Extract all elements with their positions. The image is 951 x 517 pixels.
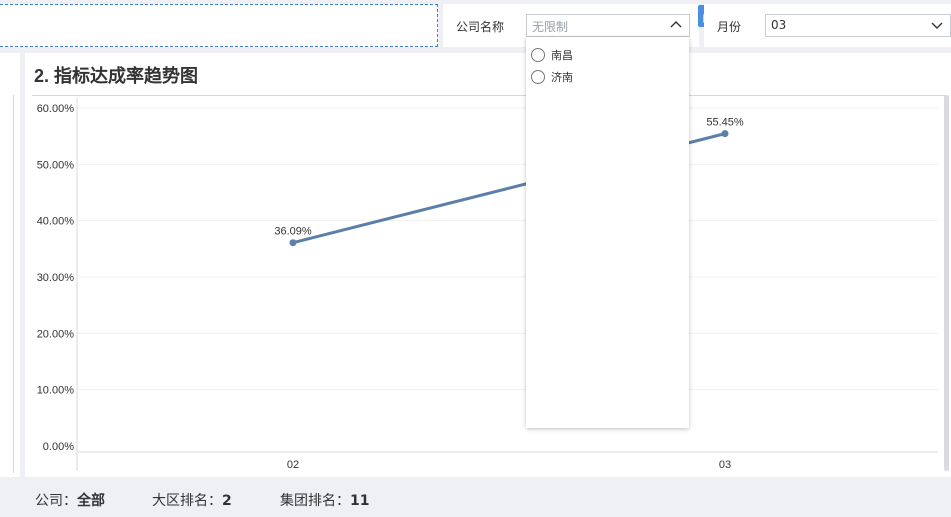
dropdown-option[interactable]: 南昌 [531, 46, 573, 64]
data-label: 55.45% [706, 117, 744, 129]
data-point [721, 130, 729, 138]
y-tick-label: 0.00% [43, 441, 74, 453]
side-divider [13, 95, 14, 473]
y-tick-label: 20.00% [37, 328, 75, 340]
left-side-panel [0, 53, 20, 477]
summary-footer: 公司：全部 大区排名：2 集团排名：11 [0, 477, 951, 517]
footer-region-rank-value: 2 [222, 493, 232, 509]
month-select-value: 03 [771, 18, 787, 32]
x-tick-label: 02 [287, 459, 299, 471]
x-tick-label: 03 [719, 459, 731, 471]
month-filter-label: 月份 [717, 20, 742, 34]
footer-group-rank-value: 11 [350, 493, 370, 509]
y-tick-label: 60.00% [37, 103, 75, 115]
radio-icon[interactable] [531, 70, 545, 84]
footer-company-label: 公司： [35, 493, 77, 509]
line-chart: 0.00% 10.00% 20.00% 30.00% 40.00% 50.00% 60.00… [37, 98, 938, 471]
y-tick-label: 10.00% [37, 385, 75, 397]
month-select[interactable]: 03 [765, 14, 951, 37]
month-filter: 月份 03 [704, 4, 951, 47]
company-select[interactable]: 无限制 [526, 14, 690, 37]
data-point [289, 239, 297, 247]
filter-bar: 公司名称 无限制 月份 03 [0, 0, 951, 48]
dropdown-option[interactable]: 济南 [531, 68, 573, 86]
y-tick-label: 50.00% [37, 159, 75, 171]
footer-group-rank: 集团排名：11 [280, 490, 369, 510]
trend-chart-panel: 2. 指标达成率趋势图 0.00% 10.00% 20.00% 30.00% 40.00… [25, 53, 951, 477]
company-select-placeholder: 无限制 [532, 20, 569, 34]
chevron-up-icon [670, 21, 682, 28]
data-label: 36.09% [274, 226, 312, 238]
y-tick-label: 40.00% [37, 216, 75, 228]
dropdown-option-label: 南昌 [551, 49, 573, 62]
radio-icon[interactable] [531, 48, 545, 62]
footer-region-rank: 大区排名：2 [152, 490, 232, 510]
company-filter-label: 公司名称 [456, 20, 505, 34]
dropdown-option-label: 济南 [551, 71, 573, 84]
company-dropdown: 南昌 济南 [526, 37, 689, 428]
y-tick-label: 30.00% [37, 272, 75, 284]
footer-group-rank-label: 集团排名： [280, 493, 350, 509]
footer-company-value: 全部 [77, 493, 105, 509]
footer-region-rank-label: 大区排名： [152, 493, 222, 509]
chevron-down-icon [931, 22, 943, 29]
selected-widget-frame[interactable] [0, 4, 438, 47]
footer-company: 公司：全部 [35, 490, 105, 510]
